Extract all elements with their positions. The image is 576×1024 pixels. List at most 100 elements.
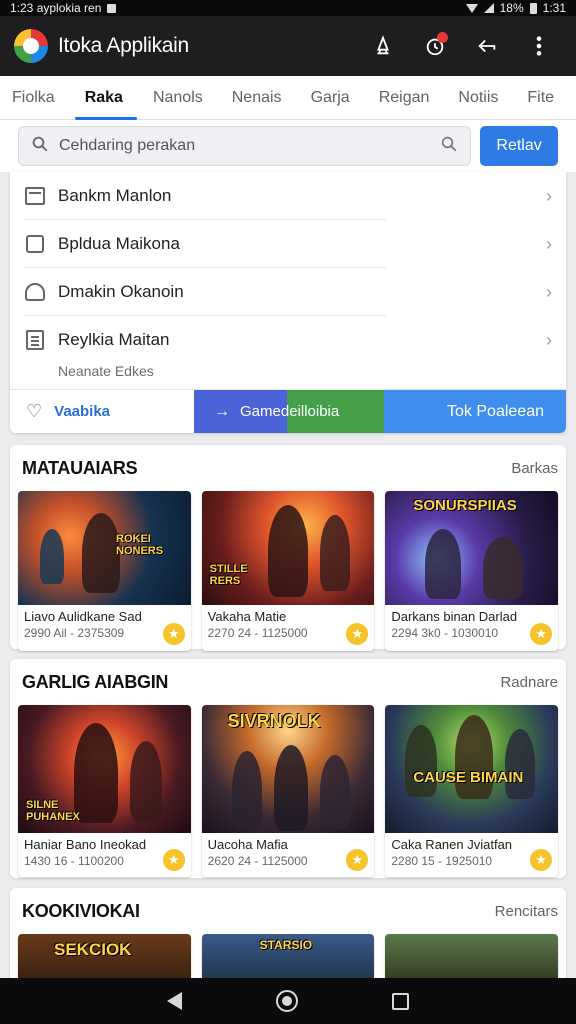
game-art-title: CAUSE BIMAIN bbox=[413, 769, 524, 786]
menu-item-label: Bankm Manlon bbox=[58, 186, 172, 205]
chevron-right-icon: › bbox=[546, 185, 552, 206]
game-thumbnail: SONURSPIIAS bbox=[385, 491, 559, 605]
battery-icon bbox=[529, 2, 537, 14]
game-card[interactable]: CAUSE BIMAIN Caka Ranen Jviatfan 2280 15… bbox=[385, 705, 559, 877]
status-clock: 1:31 bbox=[542, 1, 566, 15]
star-icon[interactable]: ★ bbox=[346, 849, 369, 871]
game-name: Vakaha Matie bbox=[207, 609, 287, 624]
tab-reigan[interactable]: Reigan bbox=[379, 76, 430, 120]
tab-notiis[interactable]: Notiis bbox=[458, 76, 498, 120]
square-icon bbox=[24, 233, 46, 255]
menu-card: Bankm Manlon › Bpldua Maikona › Dmakin O… bbox=[10, 172, 566, 433]
menu-item-label: Bpldua Maikona bbox=[58, 234, 180, 253]
favorite-action-button[interactable]: ♡ Vaabika bbox=[10, 390, 194, 433]
section-more-link[interactable]: Radnare bbox=[500, 674, 558, 691]
chevron-right-icon: › bbox=[546, 281, 552, 302]
game-art-title: SILNE PUHANEX bbox=[26, 799, 80, 823]
tab-garja[interactable]: Garja bbox=[311, 76, 350, 120]
star-icon[interactable]: ★ bbox=[530, 623, 553, 645]
section-header: MATAUAIARS Barkas bbox=[10, 445, 566, 491]
card-row: SILNE PUHANEX Haniar Bano Ineokad 1430 1… bbox=[10, 705, 566, 877]
game-art-title: SIVRNOLK bbox=[227, 711, 321, 731]
system-nav-bar bbox=[0, 978, 576, 1024]
search-box bbox=[18, 126, 472, 166]
game-name: Darkans binan Darlad bbox=[391, 609, 518, 624]
section-games-1: MATAUAIARS Barkas ROKEI NONERS Liavo Aul… bbox=[10, 445, 566, 651]
menu-item[interactable]: Reylkia Maitan › bbox=[10, 316, 566, 364]
game-meta: 2280 15 - 1925010 bbox=[391, 854, 493, 868]
document-icon bbox=[24, 329, 46, 351]
game-action-label-right: deilloibia bbox=[280, 403, 340, 420]
game-action-label: Game bbox=[240, 403, 281, 420]
game-art-title: ROKEI NONERS bbox=[116, 533, 164, 557]
star-icon[interactable]: ★ bbox=[346, 623, 369, 645]
game-thumbnail: CAUSE BIMAIN bbox=[385, 705, 559, 833]
game-card[interactable]: STILLE RERS Vakaha Matie 2270 24 - 11250… bbox=[201, 491, 375, 651]
recents-icon[interactable] bbox=[392, 992, 409, 1010]
tab-nanols[interactable]: Nanols bbox=[153, 76, 203, 120]
section-header: GARLIG AIABGIN Radnare bbox=[10, 659, 566, 705]
tok-action-button[interactable]: Tok Poaleean bbox=[384, 390, 566, 433]
tab-fite[interactable]: Fite bbox=[527, 76, 554, 120]
back-icon[interactable] bbox=[167, 992, 182, 1010]
app-title: Itoka Applikain bbox=[58, 34, 189, 57]
status-time: 1:23 ayplokia ren bbox=[10, 1, 102, 15]
more-vert-icon[interactable] bbox=[516, 26, 562, 66]
notification-badge bbox=[437, 32, 448, 43]
game-meta: 2270 24 - 1125000 bbox=[207, 626, 308, 640]
home-icon[interactable] bbox=[276, 990, 298, 1012]
game-name: Caka Ranen Jviatfan bbox=[391, 837, 513, 852]
menu-item[interactable]: Bankm Manlon › bbox=[10, 172, 566, 220]
section-more-link[interactable]: Rencitars bbox=[495, 903, 558, 920]
section-games-3: KOOKIVIOKAI Rencitars SEKCIOK STARSIO bbox=[10, 888, 566, 994]
app-bar: Itoka Applikain bbox=[0, 16, 576, 76]
tab-nenais[interactable]: Nenais bbox=[232, 76, 282, 120]
section-title: MATAUAIARS bbox=[22, 457, 138, 478]
search-row: Retlav bbox=[0, 120, 576, 172]
tab-fiolka[interactable]: Fiolka bbox=[12, 76, 55, 120]
star-icon[interactable]: ★ bbox=[162, 623, 185, 645]
section-title: KOOKIVIOKAI bbox=[22, 900, 140, 921]
game-card[interactable]: SIVRNOLK Uacoha Mafia 2620 24 - 1125000 … bbox=[201, 705, 375, 877]
section-more-link[interactable]: Barkas bbox=[511, 460, 558, 477]
app-logo-icon[interactable] bbox=[14, 29, 48, 63]
menu-item[interactable]: Dmakin Okanoin › bbox=[10, 268, 566, 316]
search-input[interactable] bbox=[59, 137, 441, 155]
search-magnifier-icon[interactable] bbox=[440, 135, 458, 158]
game-name: Haniar Bano Ineokad bbox=[24, 837, 147, 852]
game-name: Liavo Aulidkane Sad bbox=[24, 609, 142, 624]
search-button[interactable]: Retlav bbox=[480, 126, 558, 166]
status-left: 1:23 ayplokia ren bbox=[10, 1, 117, 15]
game-action-button[interactable]: → Game deilloibia bbox=[194, 390, 384, 433]
section-title: GARLIG AIABGIN bbox=[22, 671, 169, 692]
game-meta: 2620 24 - 1125000 bbox=[207, 854, 308, 868]
star-icon[interactable]: ★ bbox=[162, 849, 185, 871]
game-thumbnail: SILNE PUHANEX bbox=[18, 705, 191, 833]
game-art-title: SEKCIOK bbox=[54, 940, 132, 959]
menu-subtext: Neanate Edkes bbox=[58, 363, 154, 379]
section-games-2: GARLIG AIABGIN Radnare SILNE PUHANEX Han… bbox=[10, 659, 566, 878]
share-icon[interactable] bbox=[464, 26, 510, 66]
game-art-title: STARSIO bbox=[259, 938, 313, 952]
wifi-icon bbox=[465, 3, 478, 13]
game-meta: 2990 Ail - 2375309 bbox=[24, 626, 125, 640]
star-icon[interactable]: ★ bbox=[530, 849, 553, 871]
rocket-icon[interactable] bbox=[360, 26, 406, 66]
chevron-right-icon: › bbox=[546, 233, 552, 254]
game-thumbnail: SIVRNOLK bbox=[201, 705, 375, 833]
notification-square-icon bbox=[107, 3, 117, 13]
menu-item[interactable]: Bpldua Maikona › bbox=[10, 220, 566, 268]
calendar-icon bbox=[24, 185, 46, 207]
notification-icon[interactable] bbox=[412, 26, 458, 66]
menu-item-label: Dmakin Okanoin bbox=[58, 282, 184, 301]
section-header: KOOKIVIOKAI Rencitars bbox=[10, 888, 566, 934]
game-card[interactable]: SILNE PUHANEX Haniar Bano Ineokad 1430 1… bbox=[18, 705, 191, 877]
game-art-title: SONURSPIIAS bbox=[413, 497, 517, 514]
status-right: 18% 1:31 bbox=[465, 1, 566, 15]
game-card[interactable]: ROKEI NONERS Liavo Aulidkane Sad 2990 Ai… bbox=[18, 491, 191, 651]
user-icon bbox=[24, 281, 46, 303]
tab-raka[interactable]: Raka bbox=[74, 76, 138, 120]
card-row: ROKEI NONERS Liavo Aulidkane Sad 2990 Ai… bbox=[10, 491, 566, 651]
game-card[interactable]: SONURSPIIAS Darkans binan Darlad 2294 3k… bbox=[385, 491, 559, 651]
game-meta: 2294 3k0 - 1030010 bbox=[391, 626, 499, 640]
